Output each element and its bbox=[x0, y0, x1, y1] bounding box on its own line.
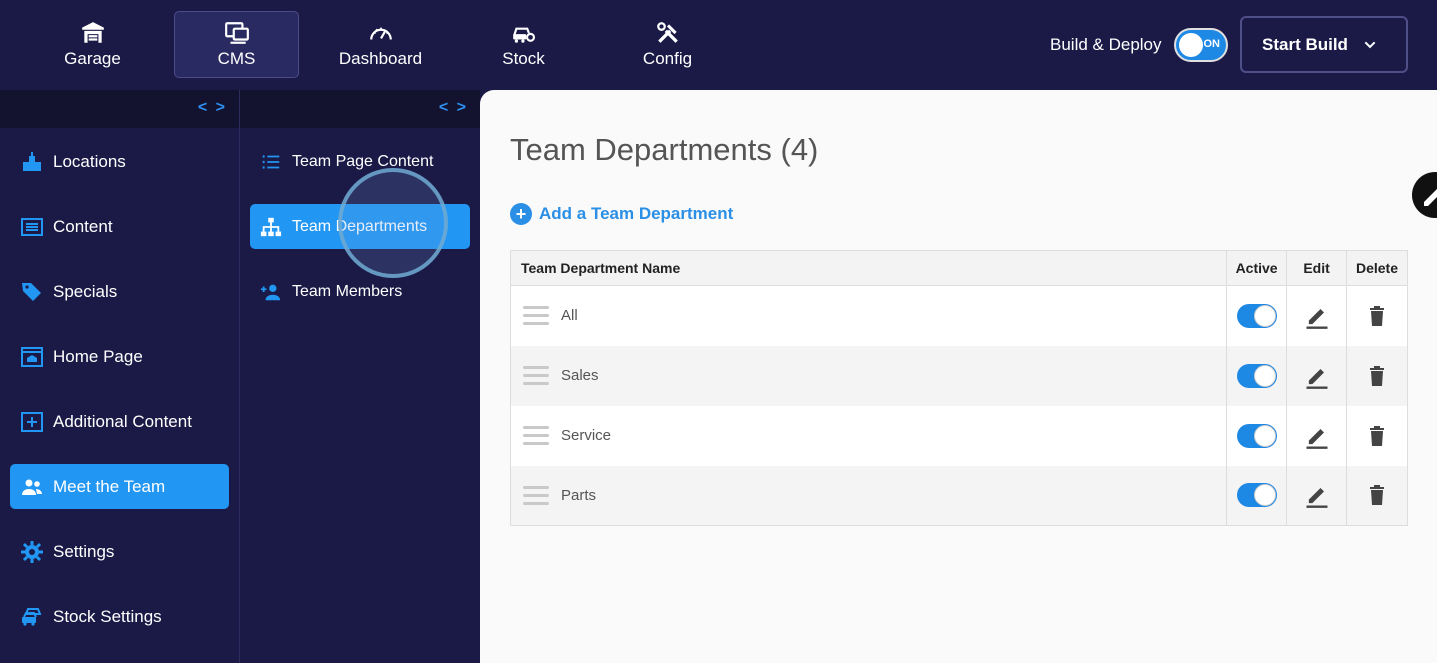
sidebar-item-specials[interactable]: Specials bbox=[10, 269, 229, 314]
add-box-icon bbox=[21, 411, 43, 432]
active-toggle[interactable] bbox=[1236, 423, 1277, 448]
sidebar-item-label: Locations bbox=[53, 151, 126, 171]
team-icon bbox=[22, 479, 42, 495]
sidebar-item-label: Home Page bbox=[53, 346, 143, 366]
sidebar-item-locations[interactable]: Locations bbox=[10, 139, 229, 184]
nav-stock-label: Stock bbox=[502, 49, 545, 68]
collapse-arrows-icon[interactable]: < > bbox=[439, 99, 468, 117]
table-row: Parts bbox=[509, 465, 1408, 526]
subnav-item-label: Team Page Content bbox=[292, 152, 434, 170]
cms-icon bbox=[224, 22, 249, 44]
edit-icon[interactable] bbox=[1303, 422, 1331, 450]
nav-garage-label: Garage bbox=[64, 49, 121, 68]
sidebar-item-label: Meet the Team bbox=[53, 476, 166, 496]
gear-icon bbox=[21, 540, 43, 563]
drag-handle-icon[interactable] bbox=[523, 421, 549, 450]
sitemap-icon bbox=[260, 217, 282, 236]
department-name: Service bbox=[561, 427, 612, 444]
add-user-icon bbox=[260, 284, 281, 300]
start-build-button[interactable]: Start Build bbox=[1240, 16, 1408, 73]
nav-dashboard-label: Dashboard bbox=[338, 49, 423, 68]
pencil-icon bbox=[1424, 189, 1437, 206]
table-header-row: Team Department Name Active Edit Delete bbox=[509, 250, 1408, 286]
edit-pencil-fab[interactable] bbox=[1412, 172, 1437, 218]
subnav-team-page-content[interactable]: Team Page Content bbox=[250, 139, 470, 184]
trash-icon[interactable] bbox=[1365, 304, 1389, 328]
primary-sidebar: < > Locations Content Specials Home Page… bbox=[0, 90, 240, 663]
subnav-item-label: Team Members bbox=[292, 282, 403, 300]
build-deploy-toggle[interactable]: ON bbox=[1174, 28, 1228, 62]
drag-handle-icon[interactable] bbox=[523, 481, 549, 510]
active-toggle[interactable] bbox=[1236, 363, 1277, 388]
sidebar-item-additional-content[interactable]: Additional Content bbox=[10, 399, 229, 444]
drag-handle-icon[interactable] bbox=[523, 301, 549, 330]
nav-config-label: Config bbox=[642, 49, 693, 68]
subnav-team-members[interactable]: Team Members bbox=[250, 269, 470, 314]
subnav-team-departments[interactable]: Team Departments bbox=[250, 204, 470, 249]
edit-icon[interactable] bbox=[1303, 302, 1331, 330]
toggle-state-text: ON bbox=[1203, 38, 1221, 50]
active-toggle[interactable] bbox=[1236, 483, 1277, 508]
edit-icon[interactable] bbox=[1303, 481, 1331, 509]
start-build-label: Start Build bbox=[1262, 34, 1348, 54]
garage-icon bbox=[81, 22, 104, 43]
build-deploy-label: Build & Deploy bbox=[1050, 35, 1162, 54]
tools-icon bbox=[656, 22, 678, 43]
col-header-active: Active bbox=[1226, 250, 1288, 286]
col-header-delete: Delete bbox=[1346, 250, 1408, 286]
top-navigation: Garage CMS Dashboard Stock Config Build … bbox=[0, 0, 1437, 90]
active-toggle[interactable] bbox=[1236, 303, 1277, 328]
list-box-icon bbox=[21, 217, 43, 236]
nav-cms-label: CMS bbox=[217, 49, 256, 68]
subnav-item-label: Team Departments bbox=[292, 217, 428, 235]
col-header-edit: Edit bbox=[1286, 250, 1348, 286]
subnav-header: < > bbox=[240, 90, 480, 128]
team-departments-table: Team Department Name Active Edit Delete … bbox=[509, 250, 1408, 526]
page-title: Team Departments (4) bbox=[510, 132, 819, 167]
chevron-down-icon bbox=[1364, 41, 1376, 48]
sidebar-item-label: Additional Content bbox=[53, 411, 192, 431]
secondary-sidebar: < > Team Page Content Team Departments T… bbox=[240, 90, 480, 663]
nav-dashboard[interactable]: Dashboard bbox=[318, 11, 443, 78]
col-header-name[interactable]: Team Department Name bbox=[509, 250, 1228, 286]
car-cog-icon bbox=[512, 27, 535, 43]
drag-handle-icon[interactable] bbox=[523, 361, 549, 390]
list-icon bbox=[262, 154, 280, 169]
sidebar-item-label: Stock Settings bbox=[53, 606, 162, 626]
sidebar-item-settings[interactable]: Settings bbox=[10, 529, 229, 574]
collapse-arrows-icon[interactable]: < > bbox=[198, 99, 227, 117]
sidebar-item-content[interactable]: Content bbox=[10, 204, 229, 249]
sidebar-item-label: Specials bbox=[53, 281, 118, 301]
add-team-department-link[interactable]: + Add a Team Department bbox=[510, 203, 733, 225]
table-row: All bbox=[509, 285, 1408, 346]
cars-icon bbox=[22, 607, 42, 626]
sidebar-item-home-page[interactable]: Home Page bbox=[10, 334, 229, 379]
table-row: Sales bbox=[509, 345, 1408, 406]
department-name: All bbox=[561, 307, 578, 325]
nav-stock[interactable]: Stock bbox=[461, 11, 586, 78]
sidebar-item-label: Content bbox=[53, 216, 113, 236]
tags-icon bbox=[22, 282, 41, 301]
trash-icon[interactable] bbox=[1365, 424, 1389, 448]
trash-icon[interactable] bbox=[1365, 364, 1389, 388]
plus-circle-icon: + bbox=[510, 203, 532, 225]
edit-icon[interactable] bbox=[1303, 362, 1331, 390]
trash-icon[interactable] bbox=[1365, 483, 1389, 507]
speedometer-icon bbox=[369, 27, 392, 40]
department-name: Parts bbox=[561, 486, 597, 504]
nav-garage[interactable]: Garage bbox=[30, 11, 155, 78]
home-window-icon bbox=[21, 346, 43, 367]
nav-cms[interactable]: CMS bbox=[174, 11, 299, 78]
table-row: Service bbox=[509, 405, 1408, 466]
sidebar-item-stock-settings[interactable]: Stock Settings bbox=[10, 594, 229, 639]
add-team-department-label: Add a Team Department bbox=[539, 204, 734, 223]
sidebar-item-meet-the-team[interactable]: Meet the Team bbox=[10, 464, 229, 509]
department-name: Sales bbox=[561, 367, 599, 384]
location-pin-icon bbox=[23, 151, 41, 171]
toggle-knob bbox=[1179, 33, 1203, 57]
sidebar-header: < > bbox=[0, 90, 239, 128]
main-content: Team Departments (4) + Add a Team Depart… bbox=[480, 90, 1437, 663]
nav-config[interactable]: Config bbox=[605, 11, 730, 78]
sidebar-item-label: Settings bbox=[53, 541, 115, 561]
